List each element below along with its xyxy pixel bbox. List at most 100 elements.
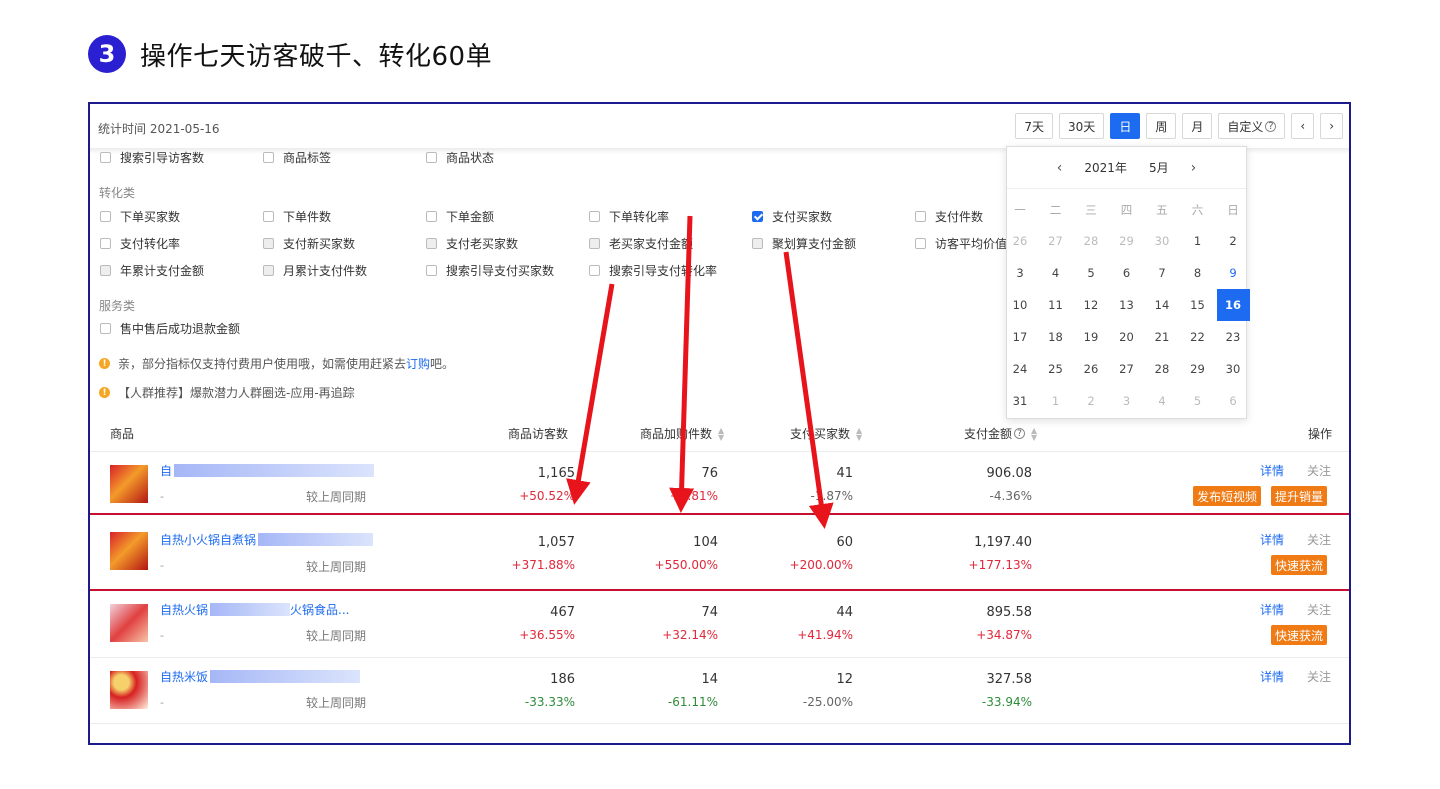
calendar-day[interactable]: 2: [1217, 225, 1250, 257]
col-cart[interactable]: 商品加购件数 ▲ ▼: [640, 425, 724, 442]
calendar-day[interactable]: 7: [1146, 257, 1179, 289]
calendar-day[interactable]: 30: [1146, 225, 1179, 257]
period-week-button[interactable]: 周: [1146, 113, 1177, 139]
calendar-year[interactable]: 2021年: [1084, 159, 1127, 176]
calendar-day[interactable]: 10: [1004, 289, 1037, 321]
prev-month-icon[interactable]: ‹: [1057, 160, 1063, 176]
calendar-day[interactable]: 4: [1039, 257, 1072, 289]
product-thumbnail[interactable]: [110, 671, 148, 709]
metric-option[interactable]: 下单转化率: [589, 208, 752, 225]
checkbox[interactable]: [100, 265, 111, 276]
calendar-day[interactable]: 31: [1004, 385, 1037, 417]
metric-option[interactable]: 搜索引导支付买家数: [426, 262, 589, 279]
metric-option[interactable]: 下单买家数: [100, 208, 263, 225]
checkbox[interactable]: [100, 152, 111, 163]
calendar-day[interactable]: 2: [1075, 385, 1108, 417]
metric-option[interactable]: 下单件数: [263, 208, 426, 225]
checkbox[interactable]: [915, 211, 926, 222]
checkbox[interactable]: [589, 265, 600, 276]
calendar-day[interactable]: 6: [1110, 257, 1143, 289]
metric-option[interactable]: 商品状态: [426, 149, 589, 166]
subscribe-link[interactable]: 订购: [406, 355, 430, 372]
checkbox[interactable]: [426, 211, 437, 222]
metric-option[interactable]: 售中售后成功退款金额: [100, 320, 300, 337]
publish-video-button[interactable]: 发布短视频: [1193, 486, 1262, 506]
calendar-day[interactable]: 12: [1075, 289, 1108, 321]
metric-option[interactable]: 搜索引导访客数: [100, 149, 263, 166]
calendar-day[interactable]: 15: [1181, 289, 1214, 321]
follow-link[interactable]: 关注: [1307, 531, 1331, 548]
calendar-day[interactable]: 28: [1146, 353, 1179, 385]
period-month-button[interactable]: 月: [1182, 113, 1213, 139]
col-visitors[interactable]: 商品访客数: [508, 425, 568, 442]
calendar-day[interactable]: 30: [1217, 353, 1250, 385]
product-thumbnail[interactable]: [110, 532, 148, 570]
col-buyers[interactable]: 支付买家数 ▲ ▼: [790, 425, 862, 442]
follow-link[interactable]: 关注: [1307, 668, 1331, 685]
checkbox[interactable]: [915, 238, 926, 249]
sort-icon[interactable]: ▲ ▼: [856, 426, 862, 441]
calendar-day[interactable]: 1: [1181, 225, 1214, 257]
metric-option[interactable]: 月累计支付件数: [263, 262, 426, 279]
calendar-day[interactable]: 26: [1004, 225, 1037, 257]
product-thumbnail[interactable]: [110, 604, 148, 642]
calendar-day[interactable]: 17: [1004, 321, 1037, 353]
detail-link[interactable]: 详情: [1260, 531, 1284, 548]
calendar-day[interactable]: 19: [1075, 321, 1108, 353]
calendar-day[interactable]: 27: [1039, 225, 1072, 257]
boost-sales-button[interactable]: 提升销量: [1271, 486, 1328, 506]
calendar-day[interactable]: 29: [1110, 225, 1143, 257]
crowd-recommend-notice[interactable]: ! 【人群推荐】爆款潜力人群圈选-应用-再追踪: [99, 384, 355, 401]
follow-link[interactable]: 关注: [1307, 601, 1331, 618]
metric-option[interactable]: 商品标签: [263, 149, 426, 166]
checkbox[interactable]: [100, 211, 111, 222]
product-name-link[interactable]: 自热米饭: [160, 668, 361, 685]
calendar-day[interactable]: 8: [1181, 257, 1214, 289]
metric-option[interactable]: 支付新买家数: [263, 235, 426, 252]
follow-link[interactable]: 关注: [1307, 462, 1331, 479]
period-day-button[interactable]: 日: [1110, 113, 1141, 139]
checkbox[interactable]: [589, 211, 600, 222]
calendar-day[interactable]: 23: [1217, 321, 1250, 353]
checkbox[interactable]: [752, 238, 763, 249]
checkbox[interactable]: [426, 238, 437, 249]
sort-icon[interactable]: ▲ ▼: [1031, 426, 1037, 441]
calendar-day[interactable]: 22: [1181, 321, 1214, 353]
calendar-day-selected[interactable]: 16: [1216, 289, 1250, 321]
checkbox[interactable]: [263, 265, 274, 276]
calendar-day[interactable]: 21: [1146, 321, 1179, 353]
checkbox[interactable]: [589, 238, 600, 249]
metric-option[interactable]: 聚划算支付金额: [752, 235, 915, 252]
checkbox[interactable]: [100, 323, 111, 334]
calendar-day[interactable]: 1: [1039, 385, 1072, 417]
calendar-day[interactable]: 6: [1217, 385, 1250, 417]
checkbox[interactable]: [263, 211, 274, 222]
calendar-day[interactable]: 13: [1110, 289, 1143, 321]
metric-option-checked[interactable]: 支付买家数: [752, 208, 915, 225]
product-name-link[interactable]: 自热小火锅自煮锅: [160, 531, 374, 548]
calendar-month[interactable]: 5月: [1149, 159, 1169, 176]
checkbox[interactable]: [426, 265, 437, 276]
checkbox[interactable]: [100, 238, 111, 249]
calendar-day[interactable]: 20: [1110, 321, 1143, 353]
product-name-link[interactable]: 自: [160, 462, 375, 479]
calendar-day[interactable]: 26: [1075, 353, 1108, 385]
product-name-link[interactable]: 自热火锅 火锅食品...: [160, 601, 349, 618]
product-thumbnail[interactable]: [110, 465, 148, 503]
detail-link[interactable]: 详情: [1260, 462, 1284, 479]
calendar-day[interactable]: 29: [1181, 353, 1214, 385]
next-period-button[interactable]: ›: [1320, 113, 1343, 139]
checkbox[interactable]: [426, 152, 437, 163]
calendar-day[interactable]: 14: [1146, 289, 1179, 321]
prev-period-button[interactable]: ‹: [1291, 113, 1315, 139]
period-30d-button[interactable]: 30天: [1059, 113, 1105, 139]
calendar-day[interactable]: 3: [1110, 385, 1143, 417]
checkbox-checked[interactable]: [752, 211, 763, 222]
period-7d-button[interactable]: 7天: [1015, 113, 1054, 139]
calendar-day[interactable]: 3: [1004, 257, 1037, 289]
next-month-icon[interactable]: ›: [1191, 160, 1197, 176]
metric-option[interactable]: 支付转化率: [100, 235, 263, 252]
calendar-day[interactable]: 28: [1075, 225, 1108, 257]
calendar-day[interactable]: 24: [1004, 353, 1037, 385]
period-custom-button[interactable]: 自定义 ?: [1218, 113, 1286, 139]
